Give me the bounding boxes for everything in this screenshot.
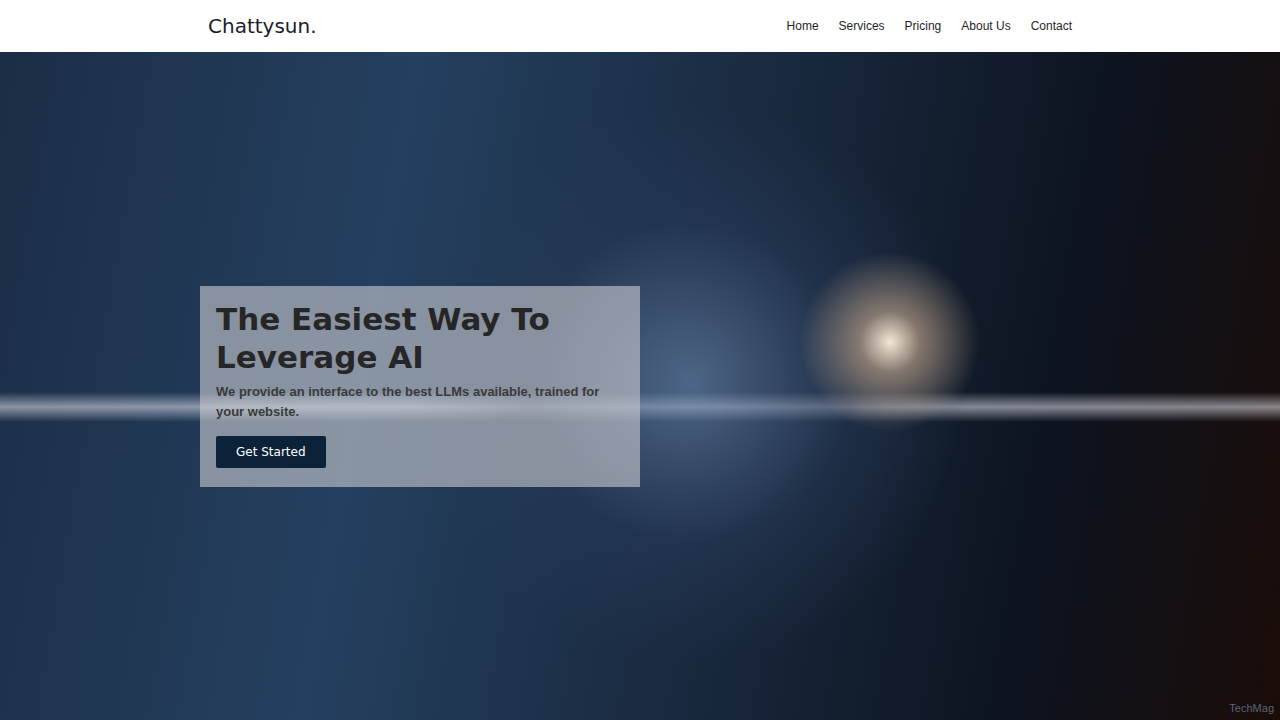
hero-card: The Easiest Way To Leverage AI We provide… (200, 286, 640, 487)
site-header: Chattysun. Home Services Pricing About Us Con… (0, 0, 1280, 52)
nav-link[interactable]: Contact (1031, 19, 1072, 33)
nav-link[interactable]: Services (839, 19, 885, 33)
hero-subtitle: We provide an interface to the best LLMs… (216, 382, 624, 422)
get-started-button[interactable]: Get Started (216, 436, 326, 468)
hero: The Easiest Way To Leverage AI We provide… (0, 52, 1280, 720)
nav: Home Services Pricing About Us Contact (787, 19, 1072, 33)
page: Chattysun. Home Services Pricing About Us Con… (0, 0, 1280, 720)
nav-link[interactable]: Home (787, 19, 819, 33)
hero-title: The Easiest Way To Leverage AI (216, 300, 624, 376)
nav-link[interactable]: About Us (961, 19, 1010, 33)
watermark: TechMag (1229, 702, 1274, 714)
logo[interactable]: Chattysun. (208, 14, 317, 38)
nav-link[interactable]: Pricing (905, 19, 942, 33)
